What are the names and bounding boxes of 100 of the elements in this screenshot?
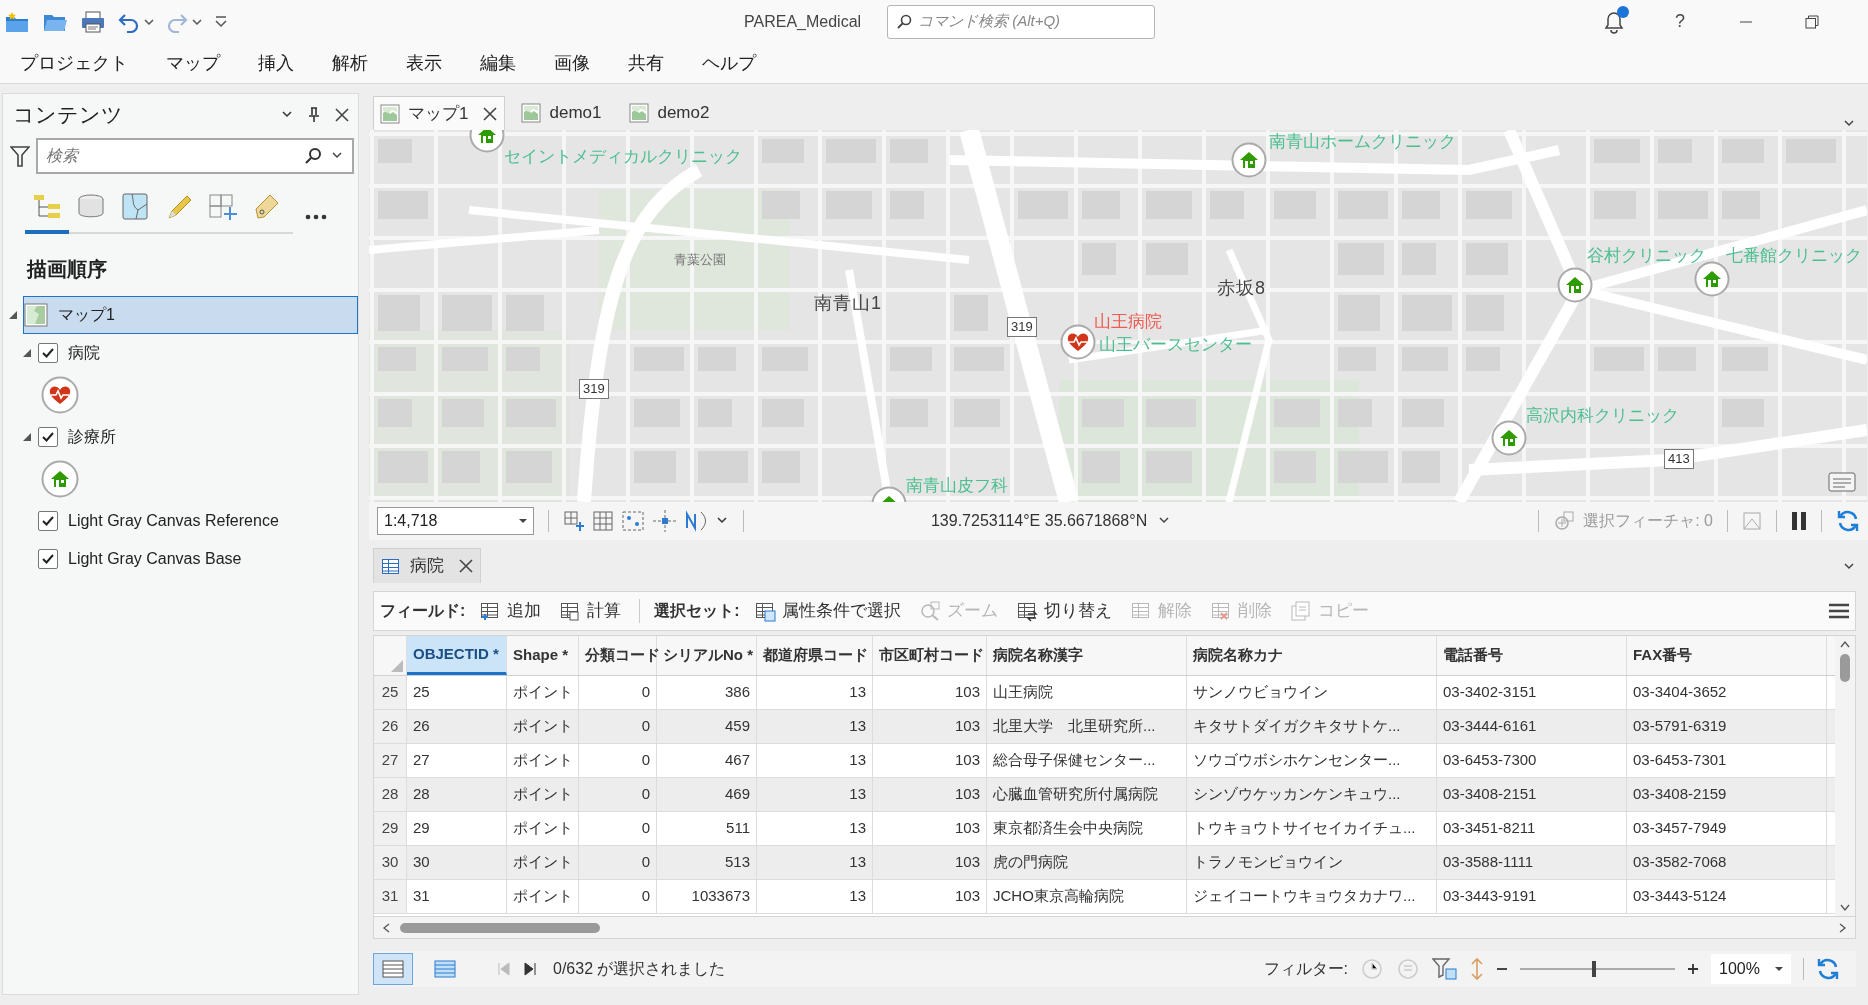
- expanded-triangle-icon[interactable]: [8, 310, 18, 320]
- column-header[interactable]: 病院名称カナ: [1187, 636, 1437, 675]
- table-cell: 26: [407, 710, 507, 743]
- layer-name[interactable]: Light Gray Canvas Base: [68, 547, 242, 571]
- menu-item[interactable]: 編集: [468, 49, 528, 77]
- table-cell: 03-3451-8211: [1437, 812, 1627, 845]
- snapping-icon[interactable]: [621, 510, 645, 532]
- layer-name[interactable]: マップ1: [58, 303, 115, 327]
- layer-name[interactable]: 病院: [68, 341, 100, 365]
- horizontal-scrollbar[interactable]: [373, 917, 1856, 939]
- search-box[interactable]: 検索: [36, 138, 354, 174]
- scroll-left-icon[interactable]: [382, 922, 390, 933]
- notification-bell-icon[interactable]: [1603, 9, 1625, 34]
- close-icon[interactable]: [458, 558, 474, 574]
- slider-thumb[interactable]: [1592, 961, 1597, 977]
- expanded-triangle-icon[interactable]: [22, 348, 32, 358]
- menu-item[interactable]: ヘルプ: [690, 49, 768, 77]
- grid-icon[interactable]: [593, 511, 613, 531]
- menu-item[interactable]: 画像: [542, 49, 602, 77]
- column-header[interactable]: Shape *: [507, 636, 579, 675]
- close-icon[interactable]: [482, 105, 499, 122]
- row-number[interactable]: 29: [374, 812, 407, 845]
- menu-item[interactable]: 解析: [320, 49, 380, 77]
- table-cell: ポイント: [507, 812, 579, 845]
- layer-name[interactable]: Light Gray Canvas Reference: [68, 509, 279, 533]
- table-tab[interactable]: 病院: [373, 548, 481, 583]
- vertical-scrollbar[interactable]: [1835, 636, 1855, 916]
- guides-icon[interactable]: [653, 510, 677, 532]
- menu-item[interactable]: 表示: [394, 49, 454, 77]
- menu-item[interactable]: 挿入: [246, 49, 306, 77]
- toolbar-button[interactable]: 追加: [475, 598, 546, 624]
- zoom-slider[interactable]: [1520, 959, 1675, 979]
- extent-filter-icon[interactable]: [1432, 957, 1458, 981]
- zoom-dropdown[interactable]: 100%: [1711, 954, 1791, 984]
- scroll-down-icon[interactable]: [1840, 904, 1850, 912]
- scale-dropdown[interactable]: 1:4,718: [377, 507, 534, 535]
- table-cell: 30: [407, 846, 507, 879]
- menu-item[interactable]: マップ: [154, 49, 232, 77]
- caret-icon[interactable]: [192, 16, 202, 27]
- expanded-triangle-icon[interactable]: [22, 432, 32, 442]
- layer-name[interactable]: 診療所: [68, 425, 116, 449]
- help-button[interactable]: ?: [1675, 8, 1685, 35]
- table-cell: 1033673: [657, 880, 757, 913]
- toolbar-button[interactable]: 計算: [555, 598, 626, 624]
- scrollbar-thumb[interactable]: [400, 922, 600, 933]
- toolbar-button[interactable]: 属性条件で選択: [749, 598, 905, 624]
- table-cell: JCHO東京高輪病院: [987, 880, 1187, 913]
- command-search-box[interactable]: コマンド検索 (Alt+Q): [887, 4, 1155, 39]
- command-search-field[interactable]: コマンド検索 (Alt+Q): [918, 10, 1146, 33]
- column-header[interactable]: 分類コード: [579, 636, 657, 675]
- fixed-zoom-icon[interactable]: [563, 510, 585, 532]
- column-header[interactable]: 市区町村コード: [873, 636, 987, 675]
- pin-icon[interactable]: [308, 107, 320, 123]
- refresh-icon[interactable]: [1836, 509, 1860, 533]
- hospital-label: 山王病院: [1094, 311, 1162, 333]
- checkbox[interactable]: [38, 549, 58, 569]
- column-header[interactable]: 都道府県コード: [757, 636, 873, 675]
- close-icon[interactable]: [334, 107, 350, 123]
- menu-item[interactable]: 共有: [616, 49, 676, 77]
- caret-icon: [519, 517, 527, 525]
- filter-label: フィルター:: [1263, 959, 1348, 979]
- checkbox[interactable]: [38, 427, 58, 447]
- menu-item[interactable]: プロジェクト: [8, 49, 140, 77]
- table-cell: 心臓血管研究所付属病院: [987, 778, 1187, 811]
- view-toggle-button[interactable]: [373, 953, 413, 985]
- scroll-right-icon[interactable]: [1839, 922, 1847, 933]
- menu-icon[interactable]: [1829, 603, 1849, 619]
- hospital-symbol-icon: [41, 376, 79, 414]
- table-cell: 13: [757, 676, 873, 709]
- time-filter-icon[interactable]: [1360, 957, 1384, 981]
- column-header[interactable]: OBJECTID *: [407, 636, 507, 675]
- pause-icon[interactable]: [1791, 511, 1807, 531]
- column-header[interactable]: FAX番号: [1627, 636, 1827, 675]
- filter-icon[interactable]: [10, 144, 30, 168]
- checkbox[interactable]: [38, 511, 58, 531]
- map-tab[interactable]: マップ1: [373, 96, 506, 130]
- row-number[interactable]: 27: [374, 744, 407, 777]
- map-tab[interactable]: demo2: [623, 96, 722, 130]
- zoom-in-icon[interactable]: [1687, 963, 1699, 975]
- checkbox[interactable]: [38, 343, 58, 363]
- all-records-icon: [380, 957, 406, 981]
- row-number[interactable]: 25: [374, 676, 407, 709]
- column-header[interactable]: 電話番号: [1437, 636, 1627, 675]
- scroll-up-icon[interactable]: [1840, 640, 1850, 648]
- caret-icon[interactable]: [144, 16, 154, 27]
- map-tab[interactable]: demo1: [515, 96, 614, 130]
- scrollbar-thumb[interactable]: [1840, 654, 1850, 682]
- checkmark-icon: [41, 552, 55, 566]
- table-cell: ポイント: [507, 676, 579, 709]
- customize-toolbar-icon[interactable]: [214, 14, 228, 29]
- restore-icon[interactable]: [1805, 14, 1819, 29]
- search-field[interactable]: 検索: [46, 144, 294, 168]
- print-icon[interactable]: [80, 9, 106, 34]
- row-number[interactable]: 31: [374, 880, 407, 913]
- window-title: PAREA_Medical: [744, 11, 863, 32]
- refresh-icon[interactable]: [1816, 957, 1840, 981]
- column-header[interactable]: 病院名称漢字: [987, 636, 1187, 675]
- next-record-icon[interactable]: [523, 962, 537, 976]
- more-icon[interactable]: [305, 214, 327, 220]
- toolbar-button[interactable]: 切り替え: [1011, 598, 1116, 624]
